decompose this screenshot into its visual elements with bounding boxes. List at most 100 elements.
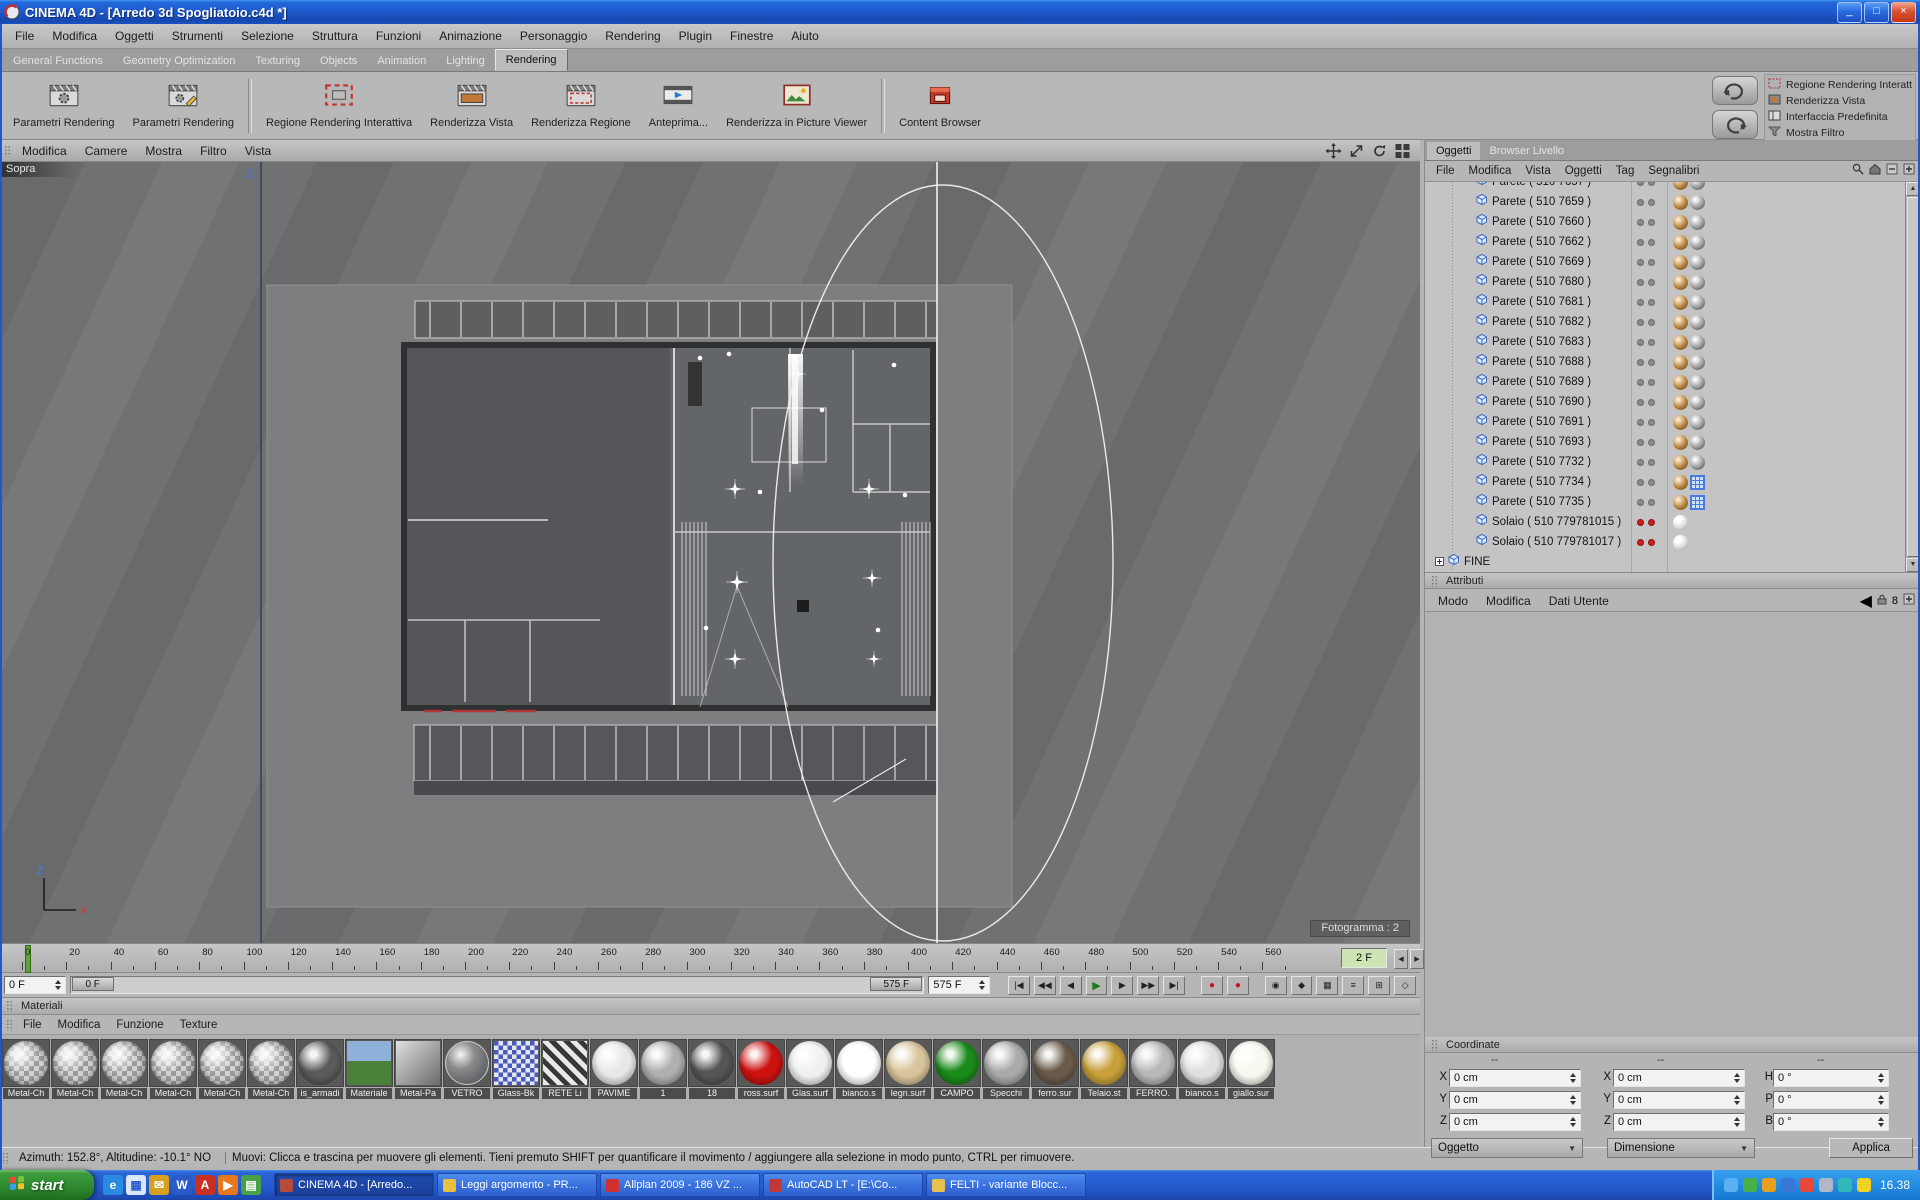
object-row[interactable]: Parete ( 510 7662 ) (1425, 232, 1920, 252)
material-menu-modifica[interactable]: Modifica (50, 1017, 109, 1033)
timeline-ruler[interactable]: 0204060801001201401601802002202402602803… (0, 943, 1420, 973)
spinner-arrows[interactable] (976, 980, 985, 990)
panel-grip[interactable] (4, 145, 11, 157)
viewport-menu-camere[interactable]: Camere (76, 141, 137, 161)
texture-tag-icon[interactable] (1690, 182, 1705, 190)
material-thumbnail[interactable] (394, 1039, 442, 1087)
material-thumbnail[interactable] (51, 1039, 99, 1087)
tray-usb-icon[interactable] (1838, 1178, 1852, 1192)
pan-icon[interactable] (1324, 142, 1343, 159)
rotate-icon[interactable] (1370, 142, 1389, 159)
quicklaunch-acrobat-icon[interactable]: A (195, 1175, 215, 1195)
start-button[interactable]: start (0, 1170, 94, 1200)
texture-tag-icon[interactable] (1673, 195, 1688, 210)
material-thumbnail[interactable] (1227, 1039, 1275, 1087)
visibility-dot[interactable] (1648, 519, 1655, 526)
material-thumbnail[interactable] (737, 1039, 785, 1087)
visibility-dot[interactable] (1648, 219, 1655, 226)
toolbar-parametri-rendering-button[interactable]: Parametri Rendering (124, 76, 244, 136)
texture-tag-icon[interactable] (1673, 535, 1688, 550)
coordinate-field-p-2[interactable]: 0 ° (1773, 1091, 1889, 1109)
visibility-dot[interactable] (1648, 439, 1655, 446)
menu-plugin[interactable]: Plugin (670, 26, 721, 46)
visibility-dots[interactable] (1637, 499, 1655, 506)
slider-start-thumb[interactable]: 0 F (72, 977, 114, 991)
texture-tag-icon[interactable] (1673, 395, 1688, 410)
object-row[interactable]: Parete ( 510 7659 ) (1425, 192, 1920, 212)
toolbar-parametri-rendering-button[interactable]: Parametri Rendering (4, 76, 124, 136)
texture-tag-icon[interactable] (1673, 355, 1688, 370)
spinner-arrows[interactable] (1731, 1117, 1740, 1127)
viewport-top-view[interactable]: Z Z X Sopra Fotogramma : 2 (0, 162, 1420, 943)
texture-tag-icon[interactable] (1690, 255, 1705, 270)
material-item[interactable]: Glass-Bk (492, 1039, 540, 1099)
material-item[interactable]: RETE Li (541, 1039, 589, 1099)
current-frame-field[interactable]: 2 F (1341, 948, 1387, 968)
tray-volume-icon[interactable] (1724, 1178, 1738, 1192)
visibility-dots[interactable] (1637, 519, 1655, 526)
material-thumbnail[interactable] (443, 1039, 491, 1087)
play-button[interactable]: ▶ (1086, 976, 1108, 995)
motion-key-button[interactable]: ≡ (1342, 976, 1364, 995)
record-keyframe-button[interactable]: ● (1201, 976, 1223, 995)
material-thumbnail[interactable] (149, 1039, 197, 1087)
toolbar-anteprima-button[interactable]: Anteprima... (640, 76, 717, 136)
visibility-dots[interactable] (1637, 359, 1655, 366)
close-button[interactable]: × (1891, 2, 1916, 23)
tray-antivirus-icon[interactable] (1743, 1178, 1757, 1192)
visibility-dots[interactable] (1637, 379, 1655, 386)
texture-tag-icon[interactable] (1673, 215, 1688, 230)
toolbar-content-browser-button[interactable]: Content Browser (890, 76, 990, 136)
quick-renderizza-vista[interactable]: Renderizza Vista (1768, 93, 1912, 109)
material-thumbnail[interactable] (247, 1039, 295, 1087)
visibility-dot[interactable] (1637, 182, 1644, 186)
visibility-dot[interactable] (1637, 519, 1644, 526)
visibility-dot[interactable] (1637, 459, 1644, 466)
spinner-arrows[interactable] (1875, 1095, 1884, 1105)
object-row[interactable]: Parete ( 510 7683 ) (1425, 332, 1920, 352)
taskbar-task-autocad-lt-e-co[interactable]: AutoCAD LT - [E:\Co... (763, 1173, 923, 1197)
menu-struttura[interactable]: Struttura (303, 26, 367, 46)
size-mode-dropdown[interactable]: Dimensione▼ (1607, 1138, 1755, 1158)
maximize-button[interactable]: □ (1864, 2, 1889, 23)
material-item[interactable]: bianco.s (1178, 1039, 1226, 1099)
texture-tag-icon[interactable] (1673, 515, 1688, 530)
texture-tag-icon[interactable] (1690, 215, 1705, 230)
menu-oggetti[interactable]: Oggetti (106, 26, 163, 46)
spinner-arrows[interactable] (1731, 1073, 1740, 1083)
menu-strumenti[interactable]: Strumenti (163, 26, 232, 46)
tray-update-icon[interactable] (1800, 1178, 1814, 1192)
toolbar-renderizza-in-picture-viewer-button[interactable]: Renderizza in Picture Viewer (717, 76, 876, 136)
spinner-arrows[interactable] (1875, 1073, 1884, 1083)
texture-tag-icon[interactable] (1690, 335, 1705, 350)
material-thumbnail[interactable] (2, 1039, 50, 1087)
quicklaunch-word-icon[interactable]: W (172, 1175, 192, 1195)
material-thumbnail[interactable] (982, 1039, 1030, 1087)
visibility-dot[interactable] (1648, 199, 1655, 206)
tray-battery-icon[interactable] (1857, 1178, 1871, 1192)
goto-first-frame-button[interactable]: |◀ (1008, 976, 1030, 995)
visibility-dot[interactable] (1648, 259, 1655, 266)
texture-tag-icon[interactable] (1690, 355, 1705, 370)
visibility-dot[interactable] (1648, 182, 1655, 186)
material-item[interactable]: PAVIME (590, 1039, 638, 1099)
texture-tag-icon[interactable] (1673, 275, 1688, 290)
material-item[interactable]: Metal-Ch (100, 1039, 148, 1099)
palette-tab-rendering[interactable]: Rendering (495, 49, 568, 71)
material-thumbnail[interactable] (198, 1039, 246, 1087)
object-menu-file[interactable]: File (1429, 163, 1462, 179)
texture-tag-icon[interactable] (1690, 435, 1705, 450)
texture-tag-icon[interactable] (1673, 255, 1688, 270)
object-row[interactable]: Solaio ( 510 779781017 ) (1425, 532, 1920, 552)
taskbar-task-felti-variante-blocc[interactable]: FELTI - variante Blocc... (926, 1173, 1086, 1197)
visibility-dots[interactable] (1637, 319, 1655, 326)
material-thumbnail[interactable] (786, 1039, 834, 1087)
menu-animazione[interactable]: Animazione (430, 26, 511, 46)
material-item[interactable]: CAMPO (933, 1039, 981, 1099)
ruler-next-button[interactable]: ▶ (1410, 949, 1424, 969)
texture-tag-icon[interactable] (1673, 415, 1688, 430)
visibility-dot[interactable] (1637, 219, 1644, 226)
object-menu-oggetti[interactable]: Oggetti (1558, 163, 1609, 179)
visibility-dots[interactable] (1637, 459, 1655, 466)
object-menu-modifica[interactable]: Modifica (1462, 163, 1519, 179)
